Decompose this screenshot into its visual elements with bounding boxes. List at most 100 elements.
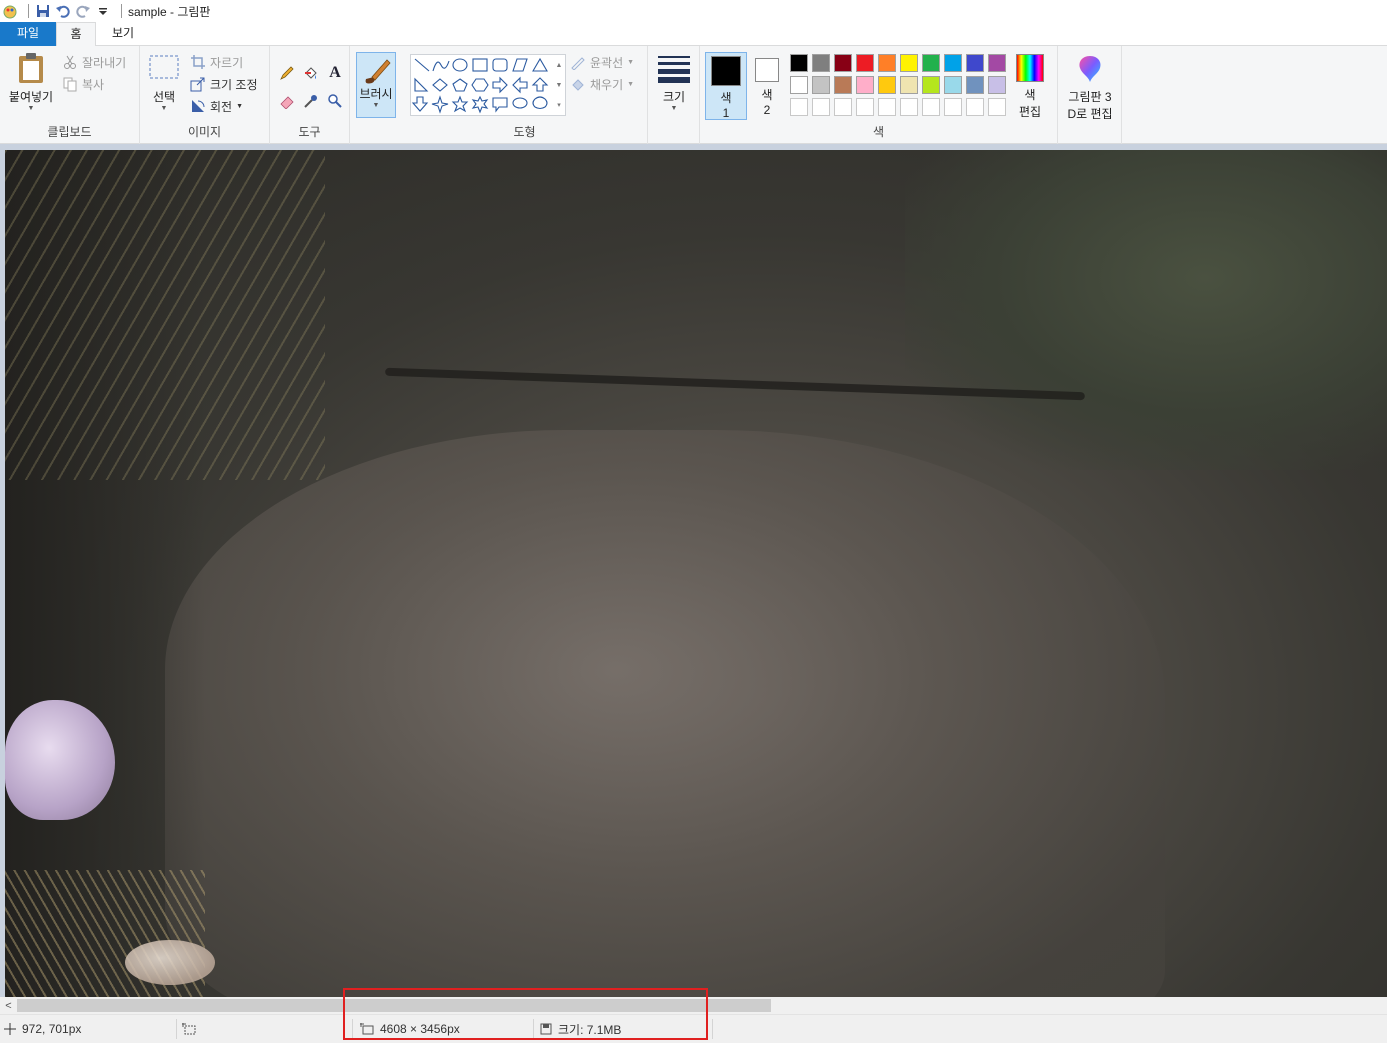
status-divider bbox=[176, 1019, 177, 1039]
palette-swatch[interactable] bbox=[812, 76, 830, 94]
tab-home[interactable]: 홈 bbox=[56, 22, 96, 47]
palette-swatch[interactable] bbox=[834, 98, 852, 116]
text-tool-icon[interactable]: A bbox=[326, 64, 344, 82]
paint-app-icon bbox=[2, 3, 18, 19]
paste-button[interactable]: 붙여넣기 ▼ bbox=[4, 52, 58, 118]
scroll-left-arrow[interactable]: < bbox=[0, 997, 17, 1014]
paste-icon bbox=[19, 53, 43, 83]
size-label: 크기 bbox=[662, 90, 686, 104]
palette-swatch[interactable] bbox=[856, 76, 874, 94]
palette-swatch[interactable] bbox=[966, 76, 984, 94]
palette-swatch[interactable] bbox=[900, 76, 918, 94]
curve-shape-icon bbox=[432, 60, 450, 72]
colors-group: 색 1 색 2 색 편집 색 bbox=[700, 46, 1058, 144]
palette-swatch[interactable] bbox=[944, 54, 962, 72]
pencil-icon[interactable] bbox=[278, 64, 296, 82]
brush-group: 브러시 ▼ bbox=[350, 46, 402, 144]
color1-button[interactable]: 색 1 bbox=[705, 52, 747, 120]
fill-button[interactable]: 채우기 ▼ bbox=[570, 74, 634, 94]
palette-swatch[interactable] bbox=[922, 98, 940, 116]
tab-file[interactable]: 파일 bbox=[0, 22, 56, 46]
palette-swatch[interactable] bbox=[834, 76, 852, 94]
select-label: 선택 bbox=[152, 90, 176, 104]
palette-swatch[interactable] bbox=[944, 98, 962, 116]
chevron-down-icon: ▼ bbox=[670, 105, 678, 112]
five-point-star-icon bbox=[451, 95, 469, 113]
palette-swatch[interactable] bbox=[966, 98, 984, 116]
four-point-star-icon bbox=[431, 95, 449, 114]
palette-swatch[interactable] bbox=[834, 54, 852, 72]
palette-swatch[interactable] bbox=[878, 54, 896, 72]
tools-group: A 도구 bbox=[270, 46, 350, 144]
crop-icon bbox=[190, 54, 206, 70]
oval-shape-icon bbox=[452, 58, 468, 72]
right-triangle-shape-icon bbox=[414, 77, 429, 92]
tab-view[interactable]: 보기 bbox=[100, 22, 146, 46]
palette-swatch[interactable] bbox=[988, 54, 1006, 72]
customize-qat-icon[interactable] bbox=[95, 3, 111, 19]
colors-group-label: 색 bbox=[872, 125, 885, 139]
title-bar: sample - 그림판 bbox=[0, 0, 1387, 22]
eraser-icon[interactable] bbox=[278, 92, 296, 110]
crop-label: 자르기 bbox=[210, 55, 244, 70]
palette-swatch[interactable] bbox=[988, 98, 1006, 116]
palette-swatch[interactable] bbox=[966, 54, 984, 72]
fill-bucket-icon[interactable] bbox=[302, 64, 320, 82]
canvas-area[interactable] bbox=[0, 144, 1387, 997]
save-icon[interactable] bbox=[35, 3, 51, 19]
separator bbox=[121, 4, 122, 18]
outline-button[interactable]: 윤곽선 ▼ bbox=[570, 52, 634, 72]
polygon-shape-icon bbox=[512, 58, 528, 72]
scissors-icon bbox=[62, 54, 78, 70]
cut-button[interactable]: 잘라내기 bbox=[62, 52, 126, 72]
palette-swatch[interactable] bbox=[944, 76, 962, 94]
canvas-photo-region bbox=[5, 150, 325, 480]
edit-colors-button[interactable]: 색 편집 bbox=[1008, 52, 1052, 120]
color1-swatch bbox=[711, 56, 741, 86]
resize-button[interactable]: 크기 조정 bbox=[190, 74, 258, 94]
rotate-button[interactable]: 회전 ▼ bbox=[190, 96, 243, 116]
chevron-down-icon: ▼ bbox=[27, 105, 35, 112]
cut-label: 잘라내기 bbox=[82, 55, 127, 70]
cursor-position-text: 972, 701px bbox=[22, 1022, 82, 1036]
color2-label-top: 색 bbox=[761, 88, 773, 102]
image-group-label: 이미지 bbox=[187, 125, 222, 139]
copy-button[interactable]: 복사 bbox=[62, 74, 104, 94]
crop-button[interactable]: 자르기 bbox=[190, 52, 243, 72]
status-divider bbox=[712, 1019, 713, 1039]
palette-swatch[interactable] bbox=[790, 76, 808, 94]
palette-swatch[interactable] bbox=[790, 98, 808, 116]
triangle-shape-icon bbox=[532, 57, 548, 72]
fill-label: 채우기 bbox=[590, 77, 624, 92]
color2-button[interactable]: 색 2 bbox=[750, 52, 784, 120]
shapes-scroll[interactable]: ▲ ▼ ▾ bbox=[554, 56, 564, 116]
paint3d-label-1: 그림판 3 bbox=[1068, 90, 1112, 104]
image-group: 선택 ▼ 자르기 크기 조정 회전 ▼ 이미지 bbox=[140, 46, 270, 144]
palette-swatch[interactable] bbox=[922, 76, 940, 94]
palette-swatch[interactable] bbox=[856, 98, 874, 116]
size-group: 크기 ▼ bbox=[648, 46, 700, 144]
palette-swatch[interactable] bbox=[878, 76, 896, 94]
undo-icon[interactable] bbox=[55, 3, 71, 19]
shapes-gallery bbox=[410, 54, 566, 116]
canvas-photo-region bbox=[5, 700, 115, 820]
palette-swatch[interactable] bbox=[856, 54, 874, 72]
palette-swatch[interactable] bbox=[900, 98, 918, 116]
palette-swatch[interactable] bbox=[878, 98, 896, 116]
image-canvas[interactable] bbox=[5, 150, 1387, 997]
palette-swatch[interactable] bbox=[922, 54, 940, 72]
palette-swatch[interactable] bbox=[988, 76, 1006, 94]
palette-swatch[interactable] bbox=[900, 54, 918, 72]
magnifier-icon[interactable] bbox=[326, 92, 344, 110]
palette-swatch[interactable] bbox=[812, 54, 830, 72]
edit-with-paint3d-button[interactable]: 그림판 3 D로 편집 bbox=[1062, 54, 1118, 121]
color-picker-icon[interactable] bbox=[302, 92, 320, 110]
palette-swatch[interactable] bbox=[790, 54, 808, 72]
select-button[interactable]: 선택 ▼ bbox=[146, 54, 182, 120]
redo-icon[interactable] bbox=[75, 3, 91, 19]
color1-label-bottom: 1 bbox=[722, 106, 730, 120]
size-button[interactable]: 크기 ▼ bbox=[654, 54, 694, 120]
palette-swatch[interactable] bbox=[812, 98, 830, 116]
brush-icon bbox=[365, 59, 391, 84]
brush-button[interactable]: 브러시 ▼ bbox=[356, 52, 396, 118]
